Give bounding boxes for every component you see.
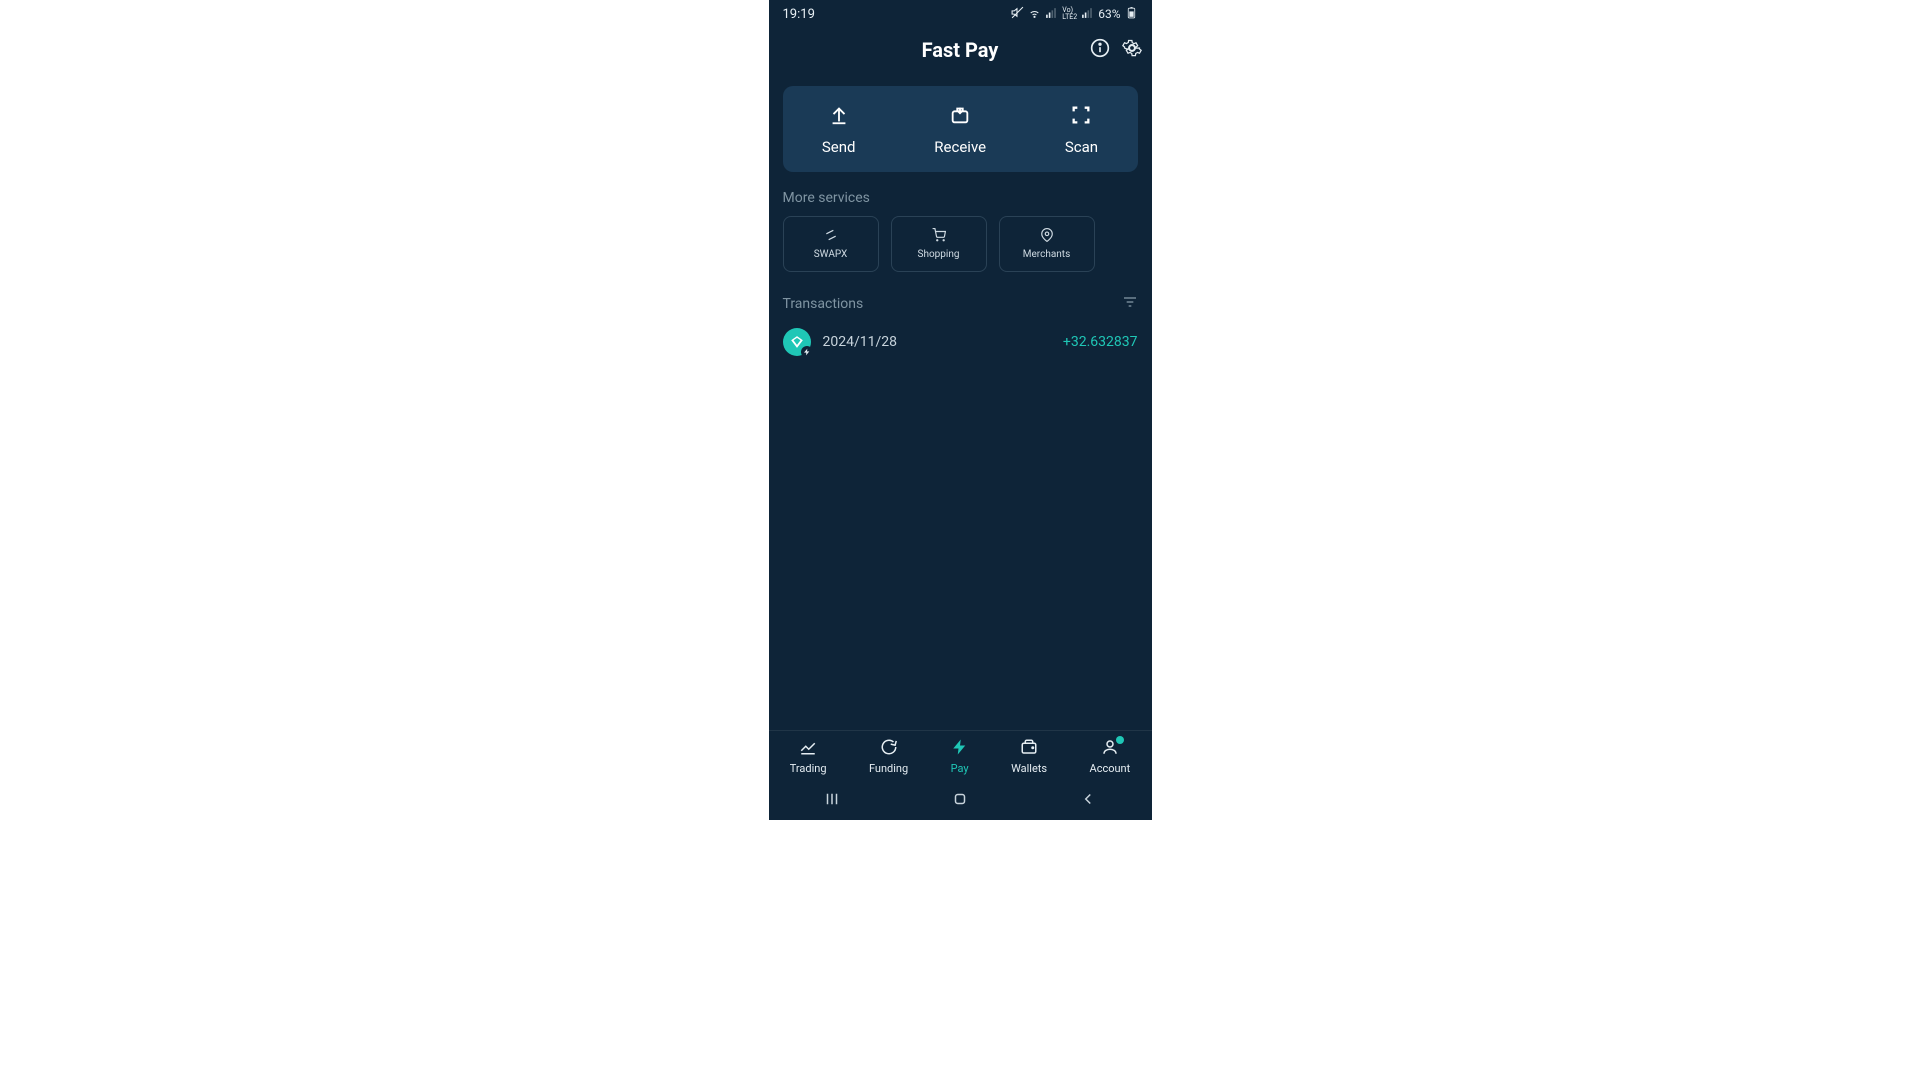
more-services-label: More services [783,190,1138,206]
nav-label: Account [1090,762,1131,775]
action-panel: Send Receive Scan [783,86,1138,172]
transaction-avatar [783,328,811,356]
service-shopping[interactable]: Shopping [891,216,987,272]
receive-label: Receive [934,138,986,156]
mute-icon [1011,6,1024,22]
service-label: Shopping [918,249,960,260]
send-button[interactable]: Send [822,104,856,156]
wallets-icon [1020,738,1038,759]
transactions-header: Transactions [783,294,1138,314]
service-swapx[interactable]: SWAPX [783,216,879,272]
service-merchants[interactable]: Merchants [999,216,1095,272]
gear-icon[interactable] [1122,38,1142,62]
transaction-amount: +32.632837 [1063,334,1138,350]
transaction-date: 2024/11/28 [823,334,1051,350]
status-bar: 19:19 Vo) LTE2 63% [769,0,1152,28]
funding-icon [880,738,898,759]
info-icon[interactable] [1090,38,1110,62]
status-time: 19:19 [783,7,815,22]
nav-account[interactable]: Account [1090,738,1131,775]
bottom-nav: Trading Funding Pay Wallets Account [769,730,1152,782]
scan-label: Scan [1065,138,1098,156]
notification-badge [1116,736,1124,744]
pay-icon [951,738,969,759]
send-icon [828,104,850,130]
nav-label: Pay [951,762,969,775]
send-label: Send [822,138,856,156]
battery-icon [1125,6,1138,22]
nav-label: Trading [790,762,827,775]
wifi-icon [1028,6,1041,22]
page-title: Fast Pay [922,38,999,62]
nav-wallets[interactable]: Wallets [1011,738,1047,775]
transactions-label: Transactions [783,296,864,312]
status-icons: Vo) LTE2 63% [1011,6,1137,22]
system-nav [769,782,1152,820]
battery-percent: 63% [1098,7,1120,21]
receive-button[interactable]: Receive [934,104,986,156]
signal-icon-1 [1045,6,1058,22]
bolt-icon [801,346,813,358]
system-home[interactable] [921,784,999,818]
services-row: SWAPX Shopping Merchants [783,216,1138,272]
transaction-row[interactable]: 2024/11/28 +32.632837 [783,328,1138,356]
phone-frame: 19:19 Vo) LTE2 63% Fast P [769,0,1152,820]
system-back[interactable] [1049,784,1127,818]
service-label: Merchants [1023,249,1070,260]
nav-trading[interactable]: Trading [790,738,827,775]
signal-icon-2 [1081,6,1094,22]
nav-label: Wallets [1011,762,1047,775]
scan-button[interactable]: Scan [1065,104,1098,156]
app-header: Fast Pay [769,28,1152,72]
trading-icon [799,738,817,759]
content-area: Send Receive Scan More services [769,72,1152,730]
receive-icon [949,104,971,130]
nav-funding[interactable]: Funding [869,738,908,775]
filter-icon[interactable] [1122,294,1138,314]
scan-icon [1070,104,1092,130]
merchants-icon [1040,228,1054,245]
service-label: SWAPX [814,249,848,260]
lte-label: Vo) LTE2 [1062,7,1077,21]
nav-label: Funding [869,762,908,775]
system-recents[interactable] [793,784,871,818]
nav-pay[interactable]: Pay [951,738,969,775]
shopping-icon [932,228,946,245]
swapx-icon [824,228,838,245]
